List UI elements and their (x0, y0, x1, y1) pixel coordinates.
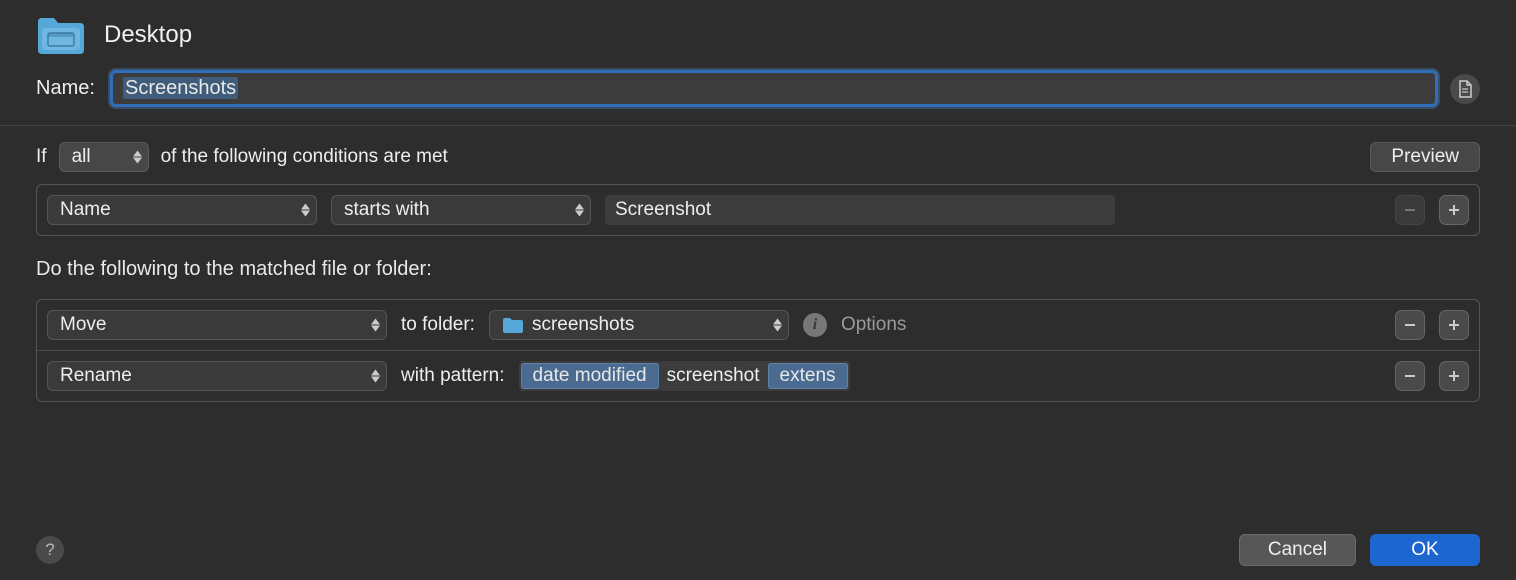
add-action-button[interactable] (1439, 310, 1469, 340)
to-folder-label: to folder: (401, 314, 475, 336)
add-condition-button[interactable] (1439, 195, 1469, 225)
chevron-up-down-icon (575, 204, 584, 217)
folder-mini-icon (502, 316, 524, 334)
token-extension[interactable]: extens (768, 363, 848, 389)
options-label[interactable]: Options (841, 314, 906, 336)
action-select[interactable]: Move (47, 310, 387, 340)
action-select[interactable]: Rename (47, 361, 387, 391)
name-input[interactable]: Screenshots (110, 70, 1438, 107)
condition-value-input[interactable] (605, 195, 1115, 225)
if-label: If (36, 146, 47, 168)
add-action-button[interactable] (1439, 361, 1469, 391)
destination-folder-select[interactable]: screenshots (489, 310, 789, 340)
condition-field-select[interactable]: Name (47, 195, 317, 225)
remove-action-button[interactable] (1395, 361, 1425, 391)
condition-row: Name starts with (37, 185, 1479, 235)
ok-button[interactable]: OK (1370, 534, 1480, 566)
of-conditions-label: of the following conditions are met (161, 146, 448, 168)
scope-select[interactable]: all (59, 142, 149, 172)
folder-title: Desktop (104, 21, 192, 49)
actions-box: Move to folder: screenshots (36, 299, 1480, 402)
chevron-up-down-icon (773, 319, 782, 332)
token-plain-text[interactable]: screenshot (663, 365, 764, 387)
chevron-up-down-icon (371, 370, 380, 383)
actions-heading: Do the following to the matched file or … (0, 240, 1516, 283)
remove-condition-button (1395, 195, 1425, 225)
folder-icon (36, 14, 86, 56)
chevron-up-down-icon (133, 151, 142, 164)
cancel-button[interactable]: Cancel (1239, 534, 1356, 566)
action-row: Rename with pattern: date modified scree… (37, 350, 1479, 401)
help-button[interactable]: ? (36, 536, 64, 564)
pattern-field[interactable]: date modified screenshot extens (519, 361, 850, 391)
with-pattern-label: with pattern: (401, 365, 505, 387)
name-label: Name: (36, 77, 98, 100)
info-icon[interactable]: i (803, 313, 827, 337)
chevron-up-down-icon (371, 319, 380, 332)
preview-button[interactable]: Preview (1370, 142, 1480, 172)
remove-action-button[interactable] (1395, 310, 1425, 340)
token-date-modified[interactable]: date modified (521, 363, 659, 389)
document-icon-button[interactable] (1450, 74, 1480, 104)
conditions-box: Name starts with (36, 184, 1480, 236)
condition-operator-select[interactable]: starts with (331, 195, 591, 225)
action-row: Move to folder: screenshots (37, 300, 1479, 350)
chevron-up-down-icon (301, 204, 310, 217)
